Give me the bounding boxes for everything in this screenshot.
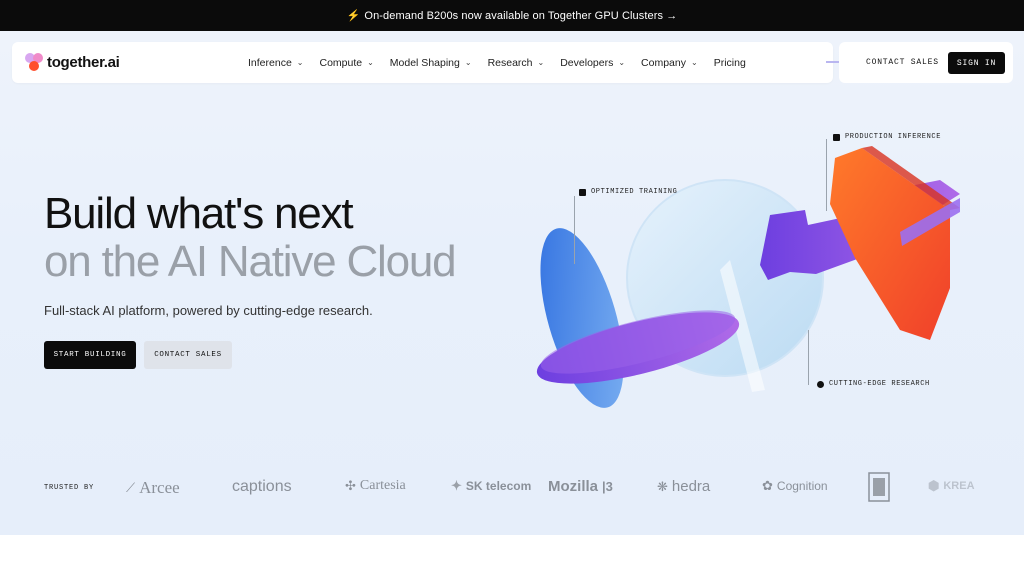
logo-captions: captions — [232, 478, 292, 495]
chevron-down-icon: ⌄ — [464, 58, 472, 67]
logo-crest — [868, 472, 890, 502]
nav-item-label: Compute — [319, 56, 363, 69]
nav-contact-sales-button[interactable]: CONTACT SALES — [866, 58, 939, 67]
nav-item-label: Developers — [560, 56, 614, 69]
hero-headline: Build what's next on the AI Native Cloud — [44, 189, 457, 286]
chevron-down-icon: ⌄ — [296, 58, 304, 67]
chevron-down-icon: ⌄ — [618, 58, 626, 67]
nav-item-inference[interactable]: Inference ⌄ — [248, 57, 303, 69]
callout-label: PRODUCTION INFERENCE — [845, 133, 942, 141]
callout-optimized-training: OPTIMIZED TRAINING — [579, 188, 677, 196]
nav-item-label: Research — [487, 56, 533, 69]
logo-cartesia: ✣ Cartesia — [345, 478, 406, 493]
callout-cutting-edge-research: CUTTING-EDGE RESEARCH — [817, 380, 930, 388]
crest-emblem-icon — [868, 472, 890, 502]
nav-item-pricing[interactable]: Pricing — [714, 57, 746, 69]
nav-item-company[interactable]: Company ⌄ — [641, 57, 698, 69]
customer-logos: ⟋ Arcee captions ✣ Cartesia ✦ SK telecom Mo… — [0, 472, 1024, 504]
square-marker-icon — [833, 133, 840, 141]
callout-line-research — [808, 330, 809, 385]
chevron-down-icon: ⌄ — [691, 58, 698, 67]
logo-text: together.ai — [47, 53, 120, 71]
logo-arcee: ⟋ Arcee — [126, 478, 180, 497]
chevron-down-icon: ⌄ — [537, 58, 545, 67]
announcement-text: On-demand B200s now available on Togethe… — [364, 9, 678, 22]
chevron-down-icon: ⌄ — [367, 58, 374, 67]
square-marker-icon — [579, 188, 586, 196]
cognition-mark-icon: ✿ — [762, 478, 773, 493]
main-navigation: together.ai Inference ⌄ Compute ⌄ Model … — [12, 42, 833, 83]
headline-line-2: on the AI Native Cloud — [44, 237, 457, 286]
nav-item-label: Model Shaping — [389, 56, 460, 69]
cartesia-mark-icon: ✣ — [345, 478, 356, 493]
together-logo[interactable]: together.ai — [25, 52, 120, 72]
headline-line-1: Build what's next — [44, 189, 354, 238]
callout-label: OPTIMIZED TRAINING — [591, 188, 678, 196]
announcement-bar[interactable]: ⚡ On-demand B200s now available on Toget… — [0, 0, 1024, 31]
circle-marker-icon — [817, 380, 824, 388]
logo-sk-telecom: ✦ SK telecom — [451, 478, 532, 493]
hero-contact-sales-button[interactable]: CONTACT SALES — [144, 341, 232, 369]
nav-menu: Inference ⌄ Compute ⌄ Model Shaping ⌄ Re… — [248, 42, 762, 83]
nav-item-model-shaping[interactable]: Model Shaping ⌄ — [390, 57, 472, 69]
nav-item-label: Company — [641, 56, 686, 69]
logo-krea: ⬢ KREA — [928, 478, 975, 493]
sign-in-button[interactable]: SIGN IN — [948, 52, 1005, 74]
callout-label: CUTTING-EDGE RESEARCH — [829, 380, 930, 388]
callout-line-training — [574, 196, 575, 264]
arcee-mark-icon: ⟋ — [126, 480, 136, 495]
nav-item-label: Pricing — [713, 56, 746, 69]
nav-item-compute[interactable]: Compute ⌄ — [319, 57, 373, 69]
start-building-button[interactable]: START BUILDING — [44, 341, 136, 369]
logo-hedra: ❋ hedra — [657, 478, 711, 495]
callout-line-inference — [826, 139, 827, 211]
nav-item-research[interactable]: Research ⌄ — [488, 57, 545, 69]
logo-mozilla: Mozilla |3 — [548, 478, 613, 495]
hedra-mark-icon: ❋ — [657, 478, 668, 494]
callout-production-inference: PRODUCTION INFERENCE — [833, 133, 941, 141]
hero-subheadline: Full-stack AI platform, powered by cutti… — [44, 303, 373, 318]
logo-cognition: ✿ Cognition — [762, 478, 828, 493]
lightning-icon: ⚡ — [346, 10, 361, 22]
krea-mark-icon: ⬢ — [928, 478, 940, 493]
hero-illustration — [536, 146, 960, 408]
nav-item-label: Inference — [248, 56, 292, 69]
sk-mark-icon: ✦ — [451, 478, 462, 493]
nav-actions: CONTACT SALES SIGN IN — [839, 42, 1013, 83]
together-logo-icon — [25, 52, 45, 72]
nav-item-developers[interactable]: Developers ⌄ — [560, 57, 625, 69]
